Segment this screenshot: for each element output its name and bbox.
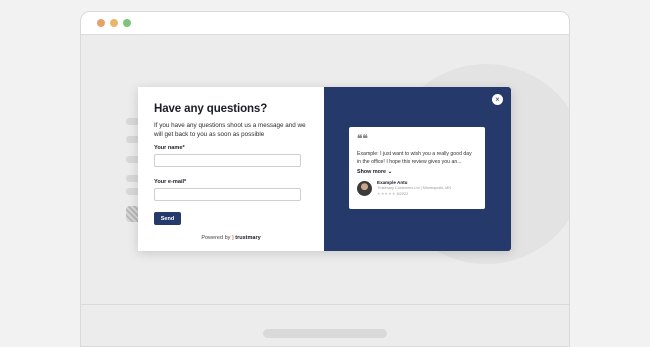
rating-row: ★★★★★ 8/2022 [377, 191, 451, 196]
brand-name: trustmary [235, 235, 261, 241]
review-pane: × ❝❝ Example: I just want to wish you a … [324, 87, 511, 251]
send-button[interactable]: Send [154, 212, 181, 225]
window-maximize-dot[interactable] [123, 19, 131, 27]
form-description: If you have any questions shoot us a mes… [154, 122, 306, 138]
email-input[interactable] [154, 188, 301, 201]
show-more-label: Show more [357, 169, 387, 175]
window-minimize-dot[interactable] [110, 19, 118, 27]
form-title: Have any questions? [154, 103, 268, 115]
footer-placeholder-bar [263, 329, 387, 338]
review-date: 8/2022 [396, 192, 409, 196]
show-more-button[interactable]: Show more ⌄ [357, 169, 477, 175]
footer-divider [81, 304, 569, 305]
avatar [357, 180, 372, 196]
chevron-down-icon: ⌄ [387, 169, 393, 175]
powered-by-text: Powered by [201, 235, 231, 241]
name-label: Your name* [154, 145, 185, 151]
powered-by[interactable]: Powered by ] trustmary [138, 235, 324, 241]
quote-icon: ❝❝ [357, 134, 368, 145]
review-card: ❝❝ Example: I just want to wish you a re… [349, 127, 485, 209]
email-label: Your e-mail* [154, 179, 187, 185]
review-text: Example: I just want to wish you a reall… [357, 151, 472, 165]
trustmary-logo-icon: ] [231, 235, 234, 241]
close-icon[interactable]: × [492, 94, 503, 105]
contact-modal: Have any questions? If you have any ques… [138, 87, 511, 251]
name-input[interactable] [154, 154, 301, 167]
author-company: Trustmary Customers Ltd | Minneapolis, M… [377, 186, 452, 190]
browser-titlebar [81, 12, 569, 35]
review-author: Example Antu Trustmary Customers Ltd | M… [357, 180, 477, 196]
author-meta: Example Antu Trustmary Customers Ltd | M… [377, 180, 451, 196]
star-rating-icon: ★★★★★ [377, 192, 396, 196]
author-name: Example Antu [377, 180, 408, 185]
window-close-dot[interactable] [97, 19, 105, 27]
contact-form-pane: Have any questions? If you have any ques… [138, 87, 324, 251]
